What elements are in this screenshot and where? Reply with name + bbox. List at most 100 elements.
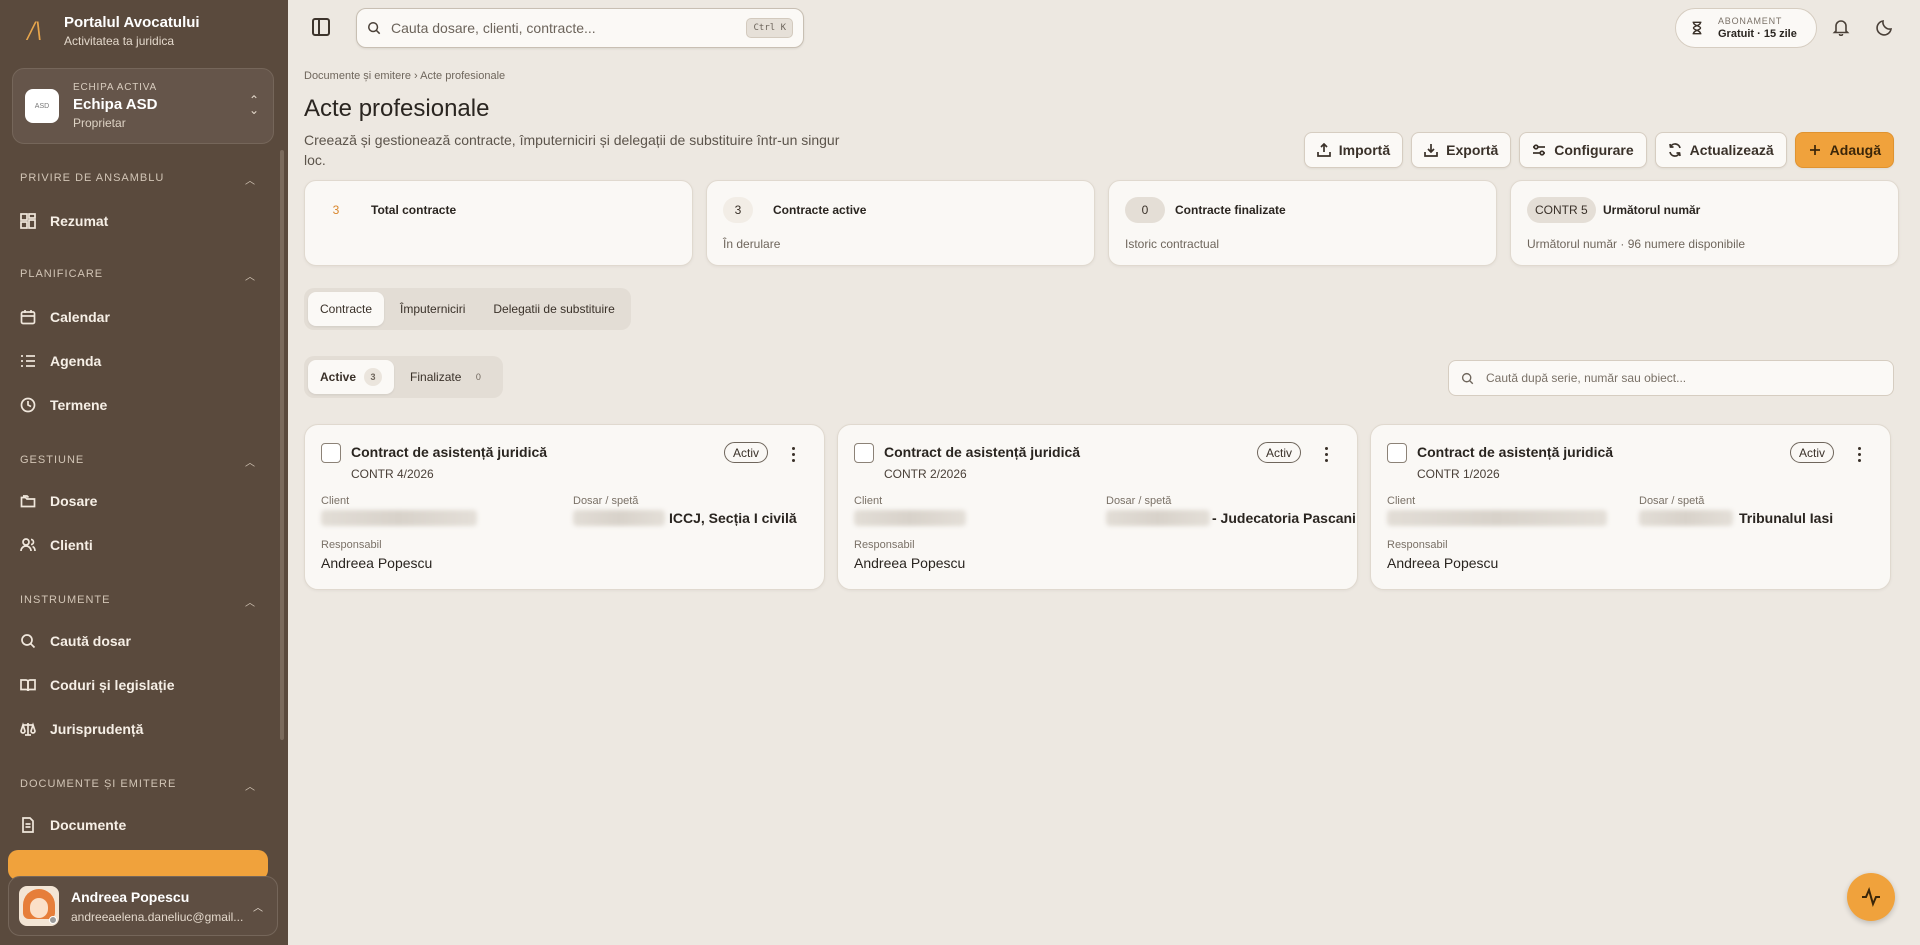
user-menu[interactable]: Andreea Popescu andreeaelena.daneliuc@gm… — [8, 876, 278, 936]
case-value: - Judecatoria Pascani — [1212, 510, 1356, 526]
stat-total: 3 Total contracte — [304, 180, 693, 266]
tab-contracte[interactable]: Contracte — [308, 292, 385, 326]
stat-next-number: CONTR 5 Următorul număr Următorul număr … — [1510, 180, 1899, 266]
chevron-up-icon: ︿ — [245, 782, 256, 793]
topbar: Cauta dosare, clienti, contracte... Ctrl… — [288, 0, 1920, 56]
brand[interactable]: /\ Portalul Avocatului Activitatea ta ju… — [20, 14, 200, 48]
sidebar-item-termene[interactable]: Termene — [20, 390, 260, 420]
sidebar-item-cauta-dosar[interactable]: Caută dosar — [20, 626, 260, 656]
stat-label: Contracte finalizate — [1175, 203, 1286, 217]
add-label: Adaugă — [1829, 142, 1881, 158]
section-documente[interactable]: DOCUMENTE ȘI EMITERE ︿ — [20, 778, 256, 793]
sidebar-item-label: Coduri și legislație — [50, 677, 175, 693]
sidebar-item-label: Dosare — [50, 493, 98, 509]
tab-label: Active — [320, 370, 357, 384]
contract-card[interactable]: Contract de asistență juridică CONTR 2/2… — [837, 424, 1358, 590]
sidebar-item-documente[interactable]: Documente — [20, 810, 260, 840]
chevron-up-icon: ︿ — [245, 176, 256, 187]
count-badge: 3 — [364, 368, 383, 386]
activity-fab[interactable] — [1847, 873, 1895, 921]
toolbar: Importă Exportă Configurare Actualizează… — [1303, 132, 1894, 168]
clock-icon — [20, 397, 36, 413]
contract-title: Contract de asistență juridică — [884, 444, 1081, 460]
activity-icon — [1862, 887, 1880, 907]
more-options-icon[interactable] — [792, 447, 796, 463]
responsible-value: Andreea Popescu — [1387, 555, 1499, 571]
status-badge: Activ — [1256, 442, 1301, 463]
subscription-badge[interactable]: ABONAMENT Gratuit · 15 zile — [1675, 8, 1817, 48]
search-placeholder: Cauta dosare, clienti, contracte... — [391, 20, 596, 36]
sidebar-item-label: Agenda — [50, 353, 102, 369]
search-icon — [21, 634, 36, 649]
status-tabs: Active 3 Finalizate 0 — [304, 356, 504, 398]
tab-active[interactable]: Active 3 — [308, 360, 395, 394]
sidebar-item-coduri[interactable]: Coduri și legislație — [20, 670, 260, 700]
section-privire[interactable]: PRIVIRE DE ANSAMBLU ︿ — [20, 172, 256, 187]
stat-active: 3 Contracte active În derulare — [706, 180, 1095, 266]
sidebar-item-clienti[interactable]: Clienti — [20, 530, 260, 560]
contract-search-input[interactable]: Caută după serie, număr sau obiect... — [1448, 360, 1894, 396]
tab-label: Finalizate — [410, 370, 462, 384]
hourglass-icon — [1692, 21, 1702, 35]
sidebar-item-label: Calendar — [50, 309, 110, 325]
sidebar-item-dosare[interactable]: Dosare — [20, 486, 260, 516]
page-title: Acte profesionale — [304, 95, 490, 122]
add-button[interactable]: Adaugă — [1794, 132, 1894, 168]
sidebar-item-jurisprudenta[interactable]: Jurisprudență — [20, 714, 260, 744]
section-gestiune[interactable]: GESTIUNE ︿ — [20, 454, 256, 469]
stat-sub: Istoric contractual — [1125, 237, 1220, 251]
moon-icon[interactable] — [1876, 18, 1894, 36]
contract-card[interactable]: Contract de asistență juridică CONTR 4/2… — [304, 424, 825, 590]
refresh-icon — [1668, 143, 1681, 157]
select-checkbox[interactable] — [854, 443, 874, 463]
section-instrumente[interactable]: INSTRUMENTE ︿ — [20, 594, 256, 609]
case-value: ICCJ, Secția I civilă — [669, 510, 797, 526]
sidebar-item-agenda[interactable]: Agenda — [20, 346, 260, 376]
sidebar-item-label: Documente — [50, 817, 127, 833]
contract-card[interactable]: Contract de asistență juridică CONTR 1/2… — [1370, 424, 1891, 590]
breadcrumb: Documente și emitere › Acte profesionale — [304, 70, 506, 82]
sidebar-item-label: Jurisprudență — [50, 721, 144, 737]
calendar-icon — [20, 310, 36, 325]
section-planificare[interactable]: PLANIFICARE ︿ — [20, 268, 256, 283]
sidebar-scrollbar[interactable] — [280, 150, 284, 740]
chevron-up-icon: ︿ — [245, 272, 256, 283]
more-options-icon[interactable] — [1325, 447, 1329, 463]
responsible-label: Responsabil — [1387, 539, 1448, 551]
import-label: Importă — [1338, 142, 1391, 158]
client-label: Client — [1387, 495, 1416, 507]
section-title: DOCUMENTE ȘI EMITERE — [20, 778, 177, 790]
select-checkbox[interactable] — [1387, 443, 1407, 463]
bell-icon[interactable] — [1832, 18, 1850, 37]
list-icon — [21, 355, 35, 367]
more-options-icon[interactable] — [1858, 447, 1862, 463]
case-value: Tribunalul Iasi — [1739, 510, 1834, 526]
sidebar-item-label: Caută dosar — [50, 633, 131, 649]
team-tag: ECHIPA ACTIVA — [73, 82, 157, 93]
team-switcher[interactable]: ASD ECHIPA ACTIVA Echipa ASD Proprietar … — [12, 68, 274, 144]
select-checkbox[interactable] — [321, 443, 341, 463]
redacted-case — [1106, 510, 1210, 526]
upload-icon — [1316, 143, 1331, 157]
scale-icon — [20, 722, 36, 736]
plus-icon — [1809, 145, 1820, 155]
section-title: INSTRUMENTE — [20, 594, 111, 606]
subscription-value: Gratuit · 15 zile — [1718, 28, 1797, 40]
tab-delegatii[interactable]: Delegatii de substituire — [481, 292, 626, 326]
export-button[interactable]: Exportă — [1411, 132, 1512, 168]
refresh-button[interactable]: Actualizează — [1654, 132, 1787, 168]
configure-button[interactable]: Configurare — [1519, 132, 1647, 168]
search-icon — [368, 22, 381, 35]
search-icon — [1461, 372, 1474, 384]
tab-finalizate[interactable]: Finalizate 0 — [398, 360, 499, 394]
responsible-value: Andreea Popescu — [321, 555, 433, 571]
import-button[interactable]: Importă — [1303, 132, 1404, 168]
sidebar-toggle-icon[interactable] — [312, 18, 330, 36]
count-badge: 0 — [469, 368, 488, 386]
tab-imputerniciri[interactable]: Împuterniciri — [388, 292, 477, 326]
status-badge: Activ — [723, 442, 768, 463]
global-search-input[interactable]: Cauta dosare, clienti, contracte... Ctrl… — [356, 8, 804, 48]
sidebar-item-rezumat[interactable]: Rezumat — [20, 206, 260, 236]
sidebar-item-calendar[interactable]: Calendar — [20, 302, 260, 332]
contract-number: CONTR 2/2026 — [884, 467, 967, 481]
